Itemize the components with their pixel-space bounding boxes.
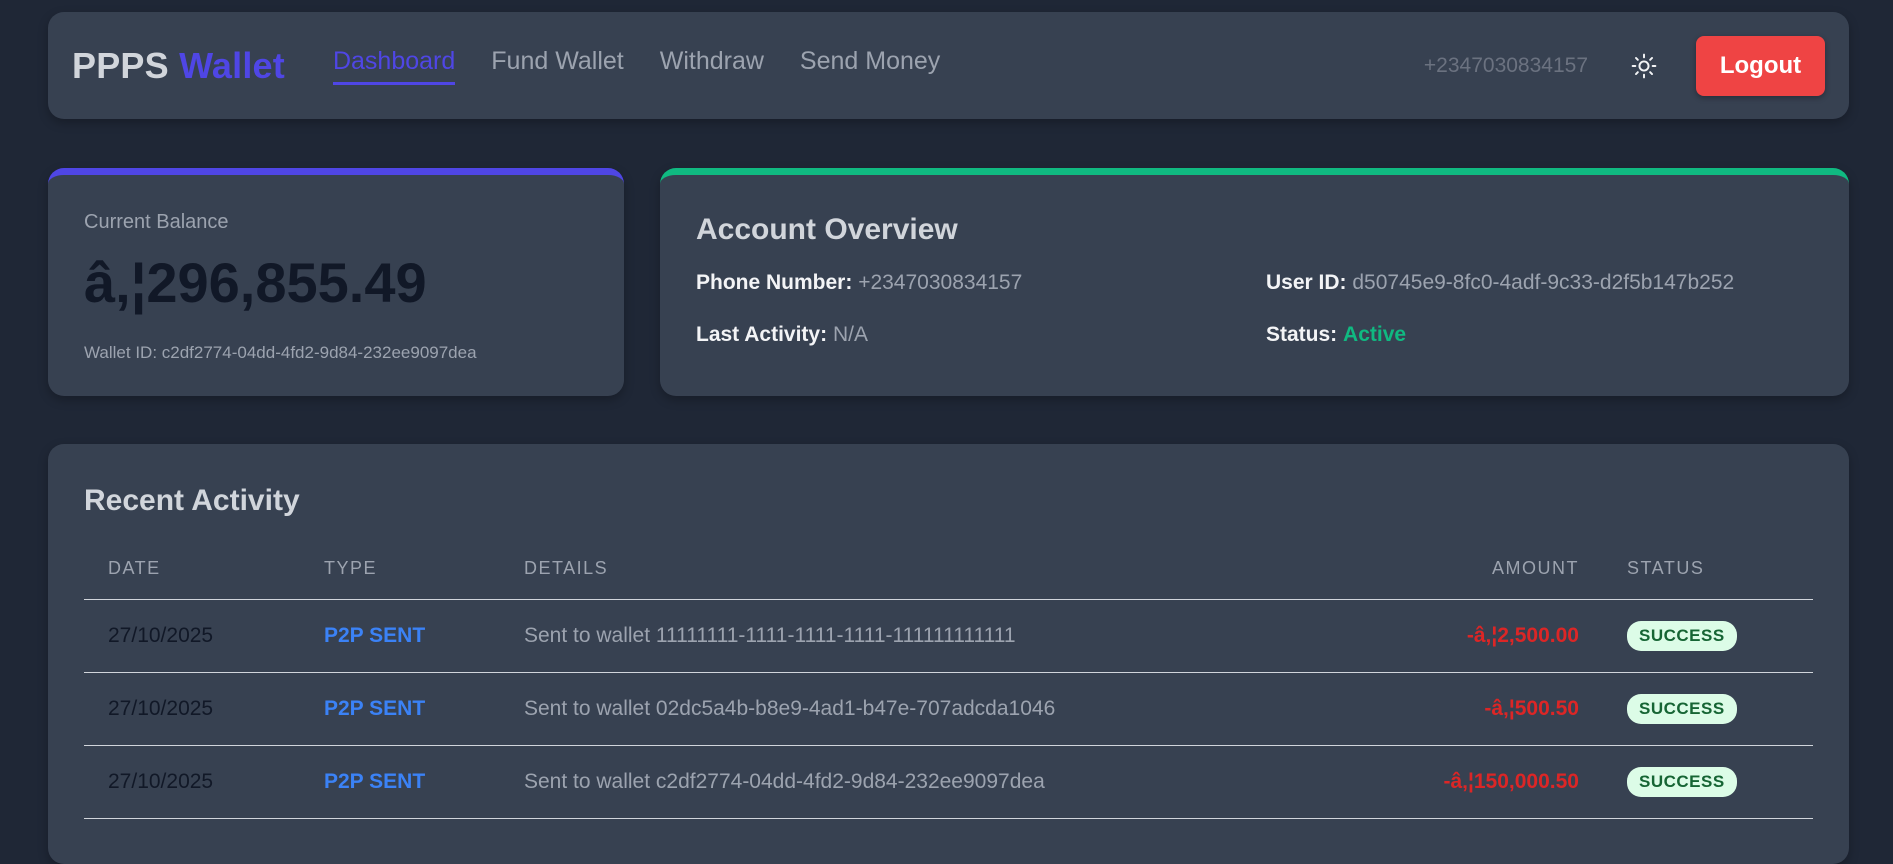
nav-right: +2347030834157 Logout [1423, 35, 1825, 96]
status-badge: SUCCESS [1627, 621, 1737, 651]
wallet-id: Wallet ID: c2df2774-04dd-4fd2-9d84-232ee… [84, 343, 477, 362]
overview-user-id: User ID: d50745e9-8fc0-4adf-9c33-d2f5b14… [1266, 271, 1813, 295]
nav-phone: +2347030834157 [1423, 53, 1588, 77]
column-header-type: TYPE [300, 558, 500, 600]
overview-user-value: d50745e9-8fc0-4adf-9c33-d2f5b147b252 [1352, 271, 1735, 294]
row-status: SUCCESS [1603, 599, 1813, 673]
row-status: SUCCESS [1603, 672, 1813, 746]
status-badge: SUCCESS [1627, 694, 1737, 724]
nav-link-send-money[interactable]: Send Money [800, 47, 940, 85]
row-amount: -â‚¦2,500.00 [1343, 599, 1603, 673]
overview-status: Status: Active [1266, 323, 1813, 347]
brand-main: PPPS [72, 44, 169, 86]
brand-accent: Wallet [179, 44, 285, 86]
recent-activity-card: Recent Activity DATE TYPE DETAILS AMOUNT… [48, 444, 1849, 864]
activity-title: Recent Activity [84, 484, 300, 517]
balance-label: Current Balance [84, 211, 229, 233]
row-type: P2P SENT [300, 745, 500, 819]
row-amount: -â‚¦150,000.50 [1343, 745, 1603, 819]
nav-link-dashboard[interactable]: Dashboard [332, 47, 456, 85]
overview-grid: Phone Number: +2347030834157 User ID: d5… [696, 271, 1813, 347]
row-date: 27/10/2025 [84, 745, 300, 819]
overview-phone-label: Phone Number: [696, 271, 853, 294]
table-row[interactable]: 27/10/2025 P2P SENT Sent to wallet 02dc5… [84, 672, 1813, 746]
overview-status-value: Active [1343, 323, 1407, 346]
nav-link-withdraw[interactable]: Withdraw [660, 47, 764, 85]
overview-status-label: Status: [1266, 323, 1338, 346]
overview-activity-value: N/A [832, 323, 868, 346]
overview-phone: Phone Number: +2347030834157 [696, 271, 1266, 295]
overview-user-label: User ID: [1266, 271, 1347, 294]
row-details: Sent to wallet 11111111-1111-1111-1111-1… [500, 599, 1343, 673]
column-header-status: STATUS [1603, 558, 1813, 600]
navbar: PPPS Wallet Dashboard Fund Wallet Withdr… [48, 12, 1849, 119]
row-type: P2P SENT [300, 672, 500, 746]
row-date: 27/10/2025 [84, 599, 300, 673]
column-header-amount: AMOUNT [1343, 558, 1603, 600]
sun-icon [1631, 53, 1657, 78]
row-type: P2P SENT [300, 599, 500, 673]
table-row[interactable]: 27/10/2025 P2P SENT Sent to wallet c2df2… [84, 745, 1813, 819]
row-date: 27/10/2025 [84, 672, 300, 746]
activity-table: DATE TYPE DETAILS AMOUNT STATUS 27/10/20… [84, 558, 1813, 819]
column-header-details: DETAILS [500, 558, 1343, 600]
row-amount: -â‚¦500.50 [1343, 672, 1603, 746]
row-details: Sent to wallet c2df2774-04dd-4fd2-9d84-2… [500, 745, 1343, 819]
logout-button[interactable]: Logout [1696, 35, 1825, 96]
balance-card: Current Balance â‚¦296,855.49 Wallet ID:… [48, 168, 624, 396]
overview-last-activity: Last Activity: N/A [696, 323, 1266, 347]
table-header-row: DATE TYPE DETAILS AMOUNT STATUS [84, 558, 1813, 600]
table-row[interactable]: 27/10/2025 P2P SENT Sent to wallet 11111… [84, 599, 1813, 673]
theme-toggle-button[interactable] [1624, 46, 1664, 86]
row-status: SUCCESS [1603, 745, 1813, 819]
column-header-date: DATE [84, 558, 300, 600]
account-overview-card: Account Overview Phone Number: +23470308… [660, 168, 1849, 396]
status-badge: SUCCESS [1627, 767, 1737, 797]
nav-links: Dashboard Fund Wallet Withdraw Send Mone… [332, 47, 940, 85]
overview-title: Account Overview [696, 213, 958, 246]
overview-phone-value: +2347030834157 [858, 271, 1023, 294]
row-details: Sent to wallet 02dc5a4b-b8e9-4ad1-b47e-7… [500, 672, 1343, 746]
nav-link-fund-wallet[interactable]: Fund Wallet [491, 47, 623, 85]
overview-activity-label: Last Activity: [696, 323, 828, 346]
balance-value: â‚¦296,855.49 [84, 251, 427, 314]
brand-logo[interactable]: PPPS Wallet [72, 45, 285, 87]
